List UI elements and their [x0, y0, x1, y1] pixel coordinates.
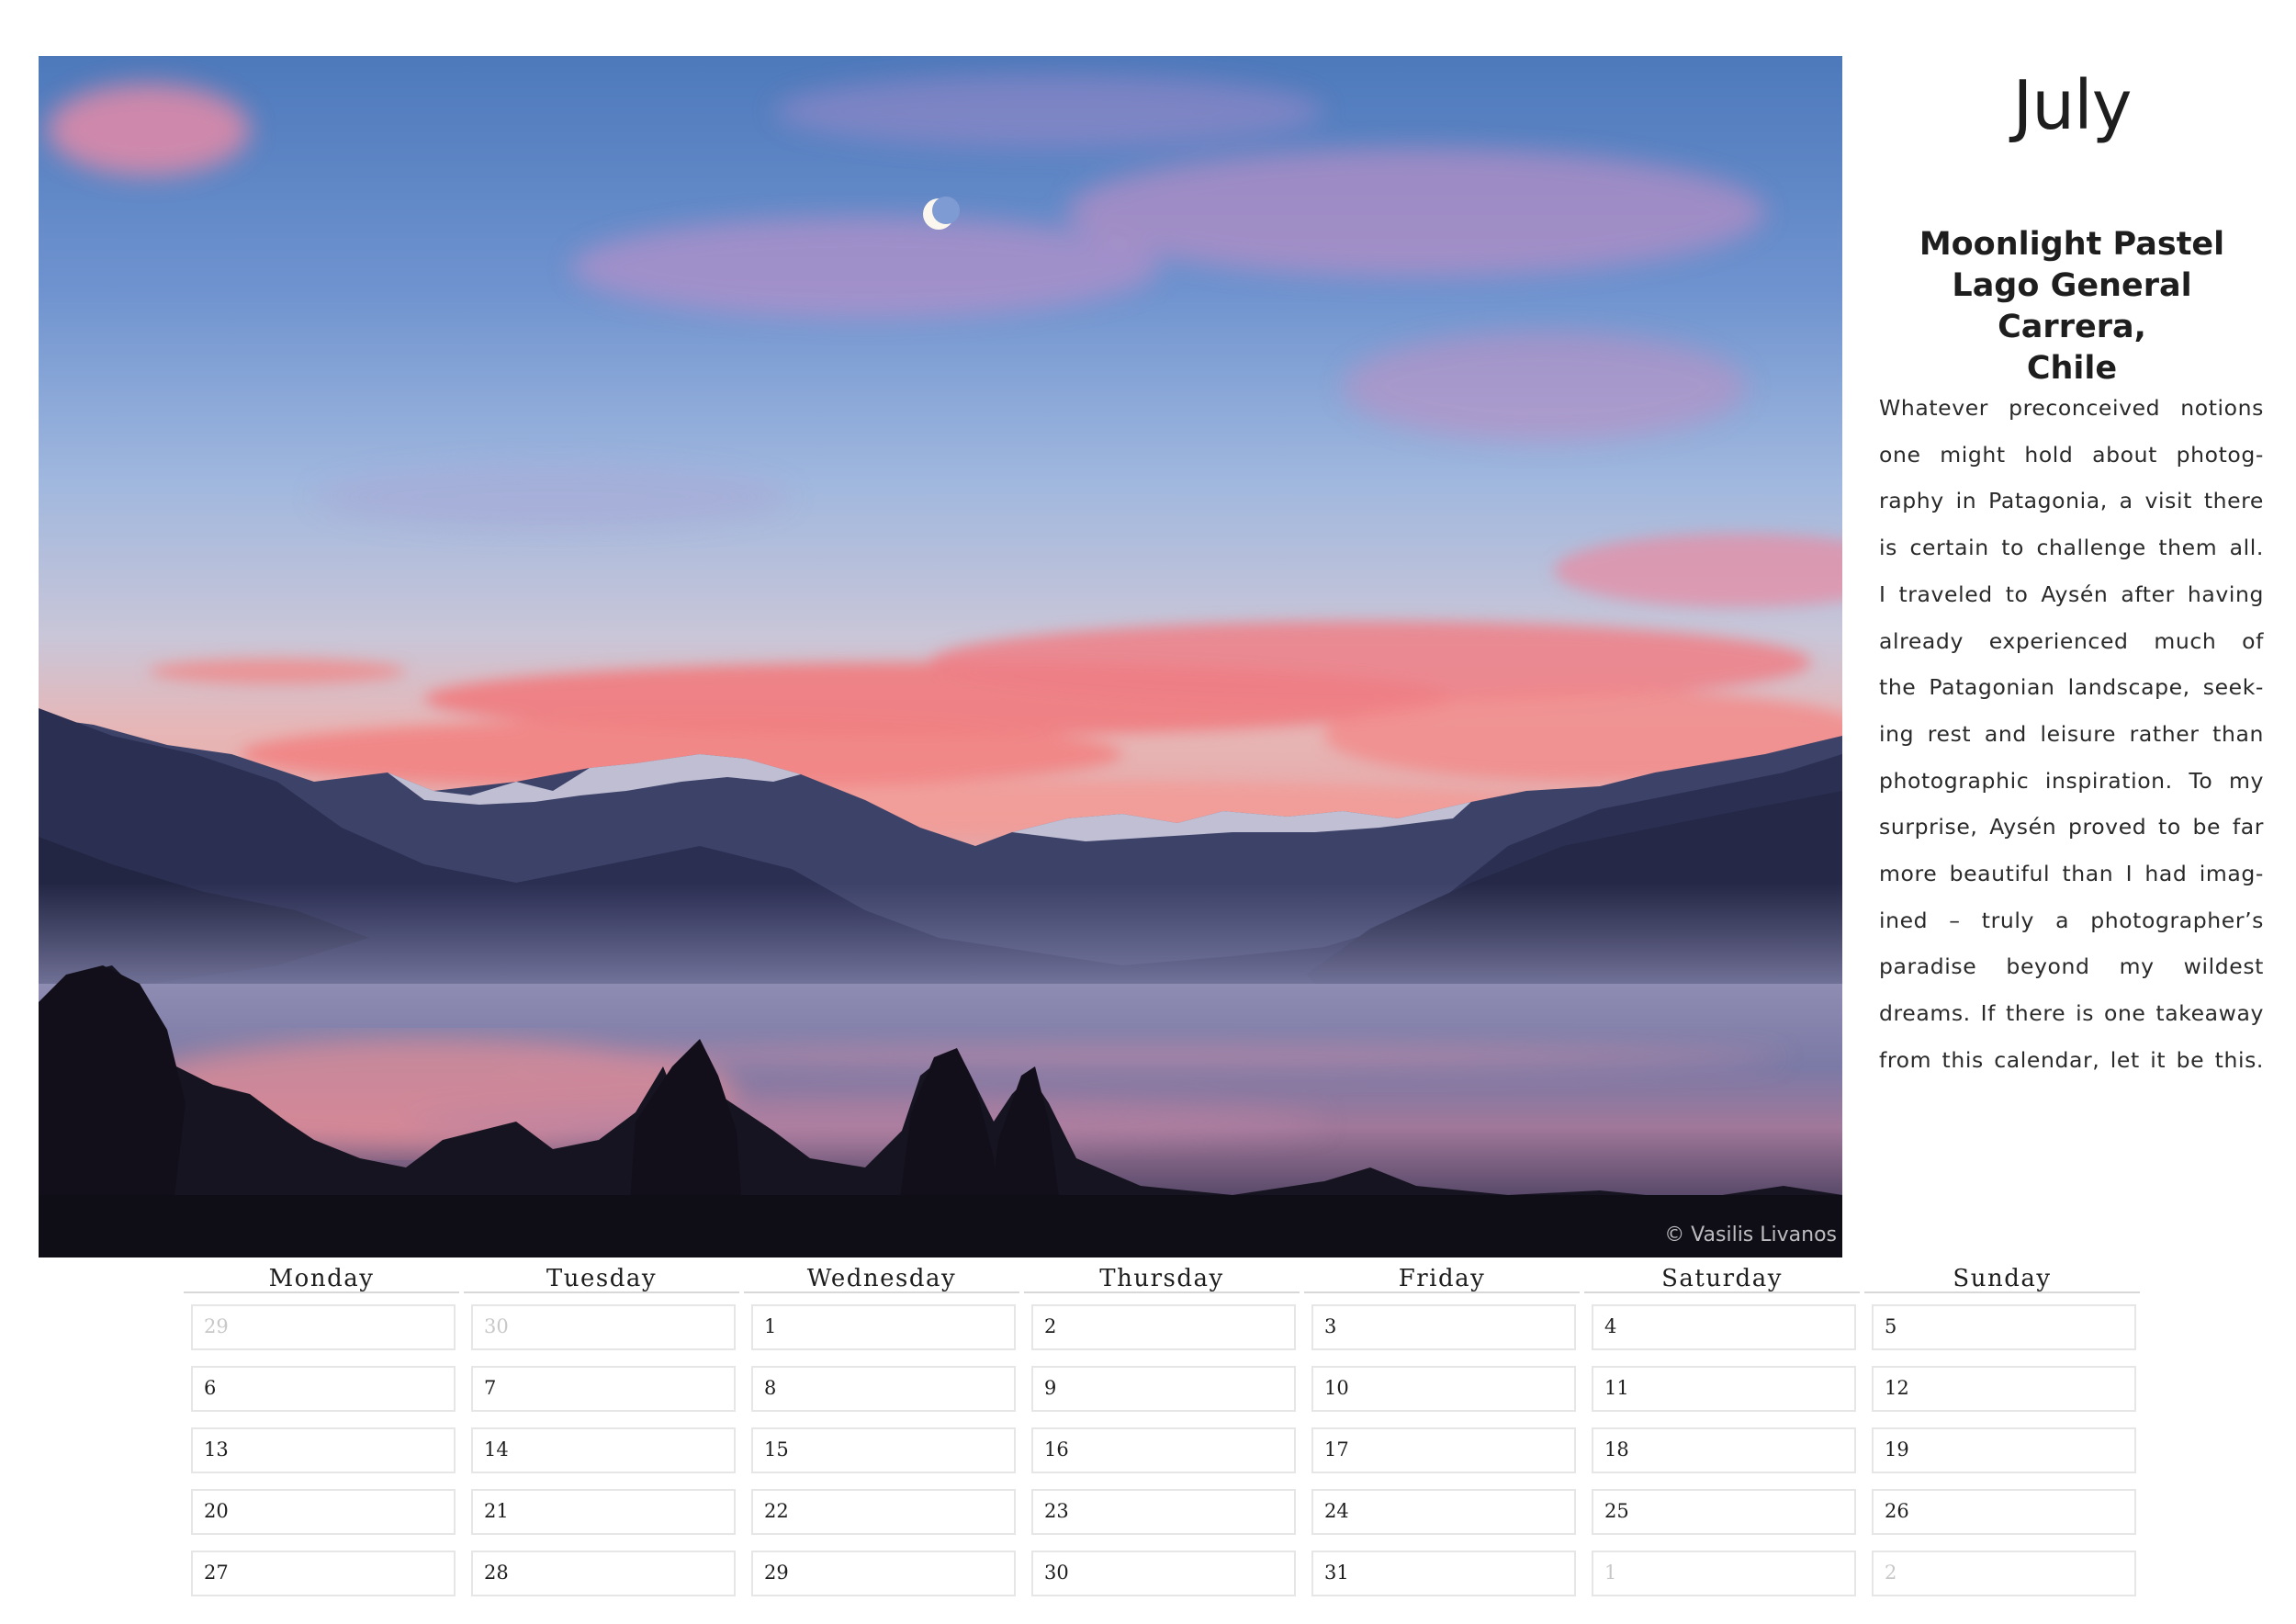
- calendar-day-adjacent-month: 1: [1592, 1551, 1856, 1596]
- calendar-day: 28: [471, 1551, 736, 1596]
- calendar-day: 14: [471, 1427, 736, 1473]
- photo-illustration: [39, 56, 1842, 1257]
- description-line: surprise, Aysén proved to be far: [1879, 814, 2264, 840]
- calendar-day: 9: [1031, 1366, 1296, 1412]
- calendar-day: 16: [1031, 1427, 1296, 1473]
- calendar-day: 29: [751, 1551, 1016, 1596]
- calendar-day: 27: [191, 1551, 456, 1596]
- calendar-day: 11: [1592, 1366, 1856, 1412]
- description-line: I traveled to Aysén after having: [1879, 581, 2264, 607]
- calendar-day: 4: [1592, 1304, 1856, 1350]
- description-line: one might hold about photog-: [1879, 441, 2264, 468]
- weekday-header: Thursday: [1024, 1258, 1300, 1293]
- description-line: raphy in Patagonia, a visit there: [1879, 488, 2264, 514]
- weekday-header: Wednesday: [744, 1258, 1019, 1293]
- photo-title: Moonlight Pastel Lago General Carrera, C…: [1879, 224, 2265, 389]
- calendar-day-adjacent-month: 30: [471, 1304, 736, 1350]
- calendar-day: 23: [1031, 1489, 1296, 1535]
- photo-credit: © Vasilis Livanos: [1664, 1224, 1837, 1246]
- photo-title-line: Moonlight Pastel: [1919, 226, 2225, 263]
- description-line: dreams. If there is one takeaway: [1879, 1000, 2264, 1027]
- photo-title-line: Chile: [2026, 350, 2118, 387]
- weekday-header: Tuesday: [464, 1258, 739, 1293]
- description-line: Whatever preconceived notions: [1879, 395, 2264, 421]
- calendar-day: 25: [1592, 1489, 1856, 1535]
- calendar-day: 10: [1311, 1366, 1576, 1412]
- month-title: July: [2012, 66, 2132, 145]
- weekday-header: Monday: [184, 1258, 459, 1293]
- month-calendar: Monday Tuesday Wednesday Thursday Friday Satu…: [184, 1258, 2140, 1617]
- calendar-day: 3: [1311, 1304, 1576, 1350]
- calendar-day: 26: [1872, 1489, 2136, 1535]
- weekday-header: Saturday: [1584, 1258, 1860, 1293]
- description-line: more beautiful than I had imag-: [1879, 861, 2264, 887]
- calendar-day: 6: [191, 1366, 456, 1412]
- photo-title-line: Lago General Carrera,: [1952, 267, 2192, 345]
- calendar-day: 7: [471, 1366, 736, 1412]
- calendar-day: 17: [1311, 1427, 1576, 1473]
- calendar-day: 15: [751, 1427, 1016, 1473]
- description-line: already experienced much of: [1879, 627, 2264, 654]
- description-line: ing rest and leisure rather than: [1879, 720, 2264, 747]
- weekday-header: Sunday: [1864, 1258, 2140, 1293]
- calendar-day: 31: [1311, 1551, 1576, 1596]
- calendar-day: 8: [751, 1366, 1016, 1412]
- calendar-day: 24: [1311, 1489, 1576, 1535]
- description-line: the Patagonian landscape, seek-: [1879, 674, 2264, 701]
- calendar-day: 5: [1872, 1304, 2136, 1350]
- description-line: paradise beyond my wildest: [1879, 953, 2264, 980]
- calendar-day: 19: [1872, 1427, 2136, 1473]
- calendar-day: 2: [1031, 1304, 1296, 1350]
- description-line last: from this calendar, let it be this.: [1879, 1046, 2264, 1073]
- weekday-header: Friday: [1304, 1258, 1580, 1293]
- photo-description: Whatever preconceived notions one might …: [1879, 385, 2264, 1084]
- calendar-day: 21: [471, 1489, 736, 1535]
- calendar-day: 18: [1592, 1427, 1856, 1473]
- calendar-day-adjacent-month: 2: [1872, 1551, 2136, 1596]
- calendar-day: 1: [751, 1304, 1016, 1350]
- calendar-day: 30: [1031, 1551, 1296, 1596]
- landscape-photo: © Vasilis Livanos: [39, 56, 1842, 1257]
- calendar-day: 13: [191, 1427, 456, 1473]
- description-line: ined – truly a photographer’s: [1879, 907, 2264, 933]
- calendar-day-adjacent-month: 29: [191, 1304, 456, 1350]
- description-line: is certain to challenge them all.: [1879, 535, 2264, 561]
- description-line: photographic inspiration. To my: [1879, 767, 2264, 794]
- calendar-day: 20: [191, 1489, 456, 1535]
- calendar-day: 22: [751, 1489, 1016, 1535]
- calendar-day: 12: [1872, 1366, 2136, 1412]
